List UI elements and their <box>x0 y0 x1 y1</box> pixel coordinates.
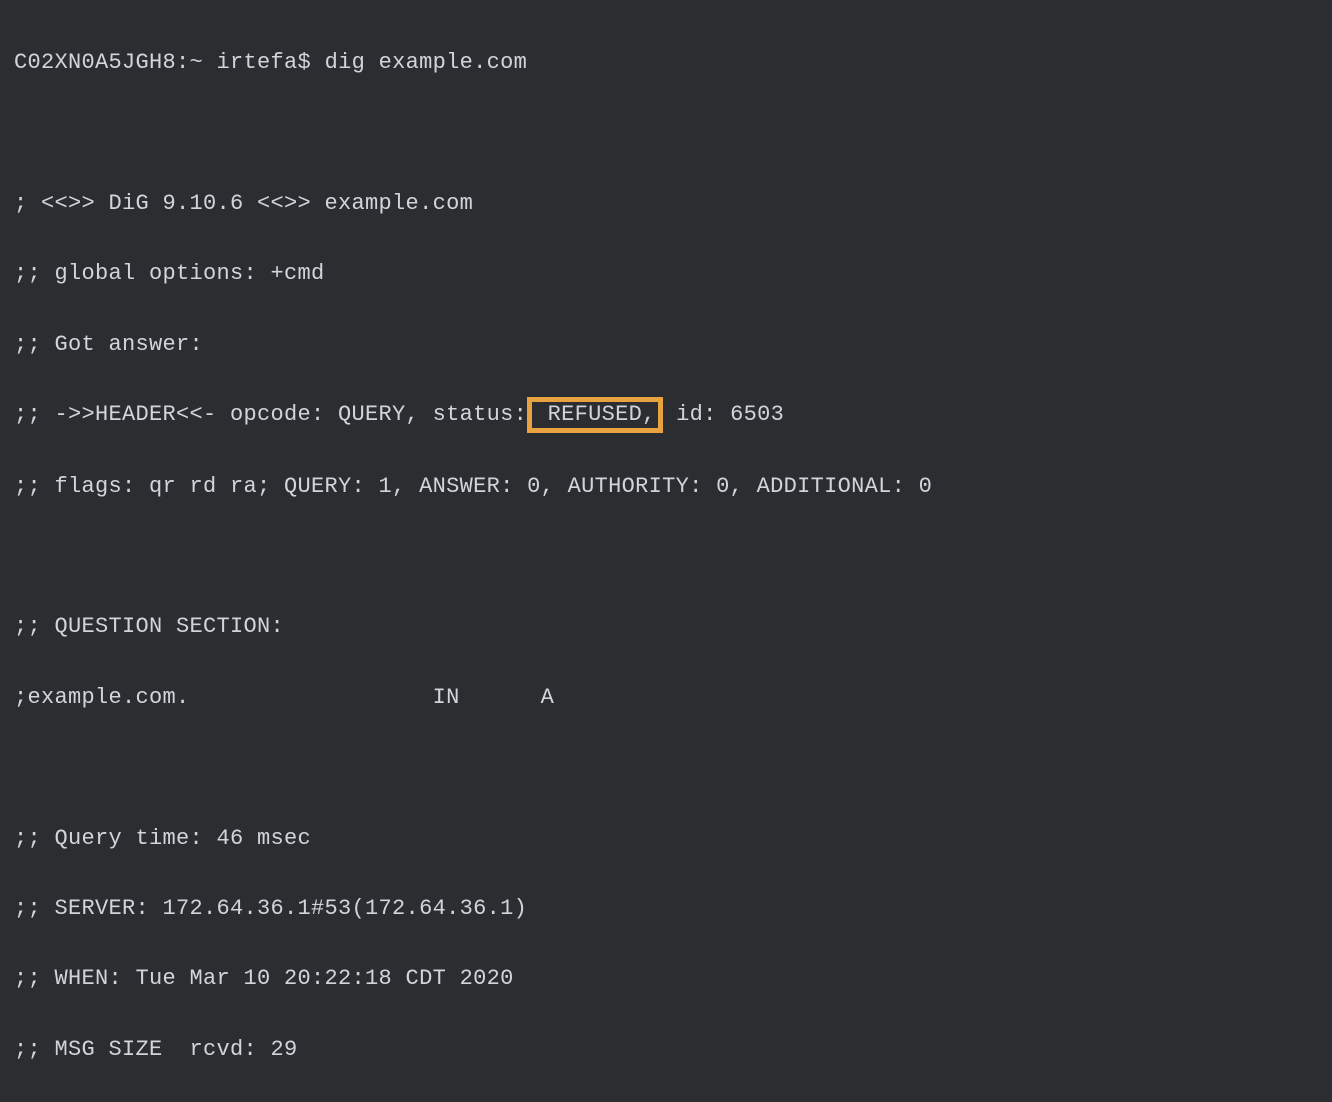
blank-line <box>14 539 1318 574</box>
flags-line: ;; flags: qr rd ra; QUERY: 1, ANSWER: 0,… <box>14 469 1318 504</box>
terminal-output: C02XN0A5JGH8:~ irtefa$ dig example.com ;… <box>14 10 1318 1102</box>
question-line: ;example.com. IN A <box>14 680 1318 715</box>
header-status: REFUSED, <box>534 402 656 427</box>
blank-line <box>14 116 1318 151</box>
prompt-user: irtefa$ <box>217 50 312 75</box>
query-time-line: ;; Query time: 46 msec <box>14 821 1318 856</box>
blank-line <box>14 750 1318 785</box>
command-text: dig example.com <box>325 50 528 75</box>
got-answer-line: ;; Got answer: <box>14 327 1318 362</box>
header-suffix: id: 6503 <box>663 402 785 427</box>
header-prefix: ;; ->>HEADER<<- opcode: QUERY, status: <box>14 402 527 427</box>
status-highlight-box: REFUSED, <box>527 397 663 433</box>
server-line: ;; SERVER: 172.64.36.1#53(172.64.36.1) <box>14 891 1318 926</box>
question-section-header: ;; QUESTION SECTION: <box>14 609 1318 644</box>
when-line: ;; WHEN: Tue Mar 10 20:22:18 CDT 2020 <box>14 961 1318 996</box>
dig-version-line: ; <<>> DiG 9.10.6 <<>> example.com <box>14 186 1318 221</box>
prompt-host: C02XN0A5JGH8:~ <box>14 50 203 75</box>
global-options-line: ;; global options: +cmd <box>14 256 1318 291</box>
command-prompt-line: C02XN0A5JGH8:~ irtefa$ dig example.com <box>14 45 1318 80</box>
header-line: ;; ->>HEADER<<- opcode: QUERY, status: R… <box>14 397 1318 433</box>
msg-size-line: ;; MSG SIZE rcvd: 29 <box>14 1032 1318 1067</box>
